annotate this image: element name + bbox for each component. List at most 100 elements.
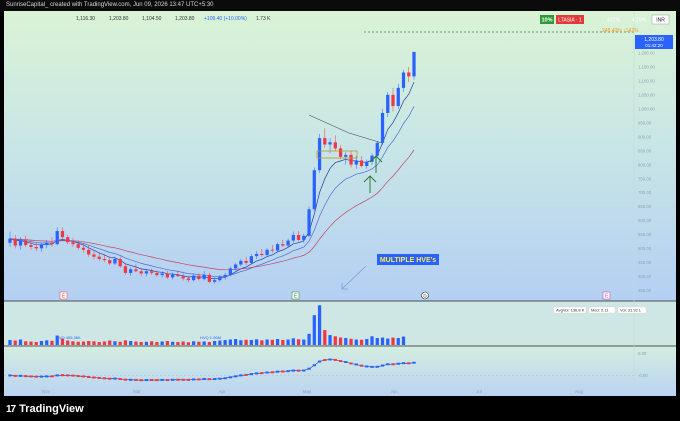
oscillator-mark — [354, 363, 358, 366]
candle-body — [108, 260, 112, 264]
footer — [0, 396, 680, 421]
oscillator-mark — [76, 375, 80, 378]
candle-body — [160, 273, 164, 276]
volume-bar — [8, 340, 12, 345]
countdown-value: 01:42:20 — [645, 43, 663, 48]
volume-bar — [233, 339, 238, 345]
volume-bar — [228, 339, 232, 345]
candle-body — [328, 142, 332, 145]
volume-bar — [87, 341, 91, 345]
oscillator-mark — [275, 370, 280, 373]
pct-badge[interactable]: 10% — [541, 18, 552, 24]
y-tick-label: 400.00 — [638, 274, 652, 279]
candle-body — [312, 170, 316, 210]
ltasia-badge[interactable]: LTASIA · 1 — [558, 18, 582, 24]
volume-bar — [18, 339, 23, 345]
chart-area: 1,116.30 1,203.80 1,104.50 1,203.80 +109… — [4, 11, 676, 396]
candle-body — [176, 274, 180, 277]
candle-body — [76, 244, 80, 248]
y-tick-label: 350.00 — [638, 288, 652, 293]
oscillator-mark — [296, 369, 301, 372]
volume-bar — [192, 341, 196, 345]
oscillator-mark — [207, 378, 212, 381]
oscillator-mark — [71, 374, 75, 377]
y-tick-label: 600.00 — [638, 218, 652, 223]
candle-body — [34, 246, 38, 249]
volume-bar — [286, 339, 290, 345]
candle-body — [202, 274, 206, 280]
candle-body — [13, 238, 17, 246]
tradingview-logo: 17 TradingView — [6, 403, 84, 415]
candle-body — [123, 266, 128, 273]
volume-bar — [370, 336, 374, 345]
volume-bar — [344, 338, 348, 345]
oscillator-mark — [13, 374, 17, 377]
volume-bar — [359, 339, 364, 345]
volume-bar — [333, 336, 337, 345]
price-chart-svg[interactable]: 1,116.30 1,203.80 1,104.50 1,203.80 +109… — [4, 11, 676, 396]
candle-body — [24, 240, 28, 245]
volume-bar — [92, 341, 96, 345]
candle-body — [244, 260, 248, 263]
hvq-label-2: HVQ 1.06M — [200, 335, 221, 340]
candle-body — [66, 237, 70, 243]
oscillator-mark — [8, 374, 12, 377]
candle-body — [396, 87, 400, 106]
oscillator-mark — [144, 379, 149, 382]
oscillator-mark — [34, 375, 38, 378]
med-label: Med: 2.11 — [591, 308, 609, 313]
volume-bar — [312, 315, 316, 345]
candle-body — [275, 244, 280, 251]
volume-bar — [81, 341, 86, 345]
volume-bar — [113, 341, 117, 345]
oscillator-mark — [66, 374, 70, 377]
oscillator-mark — [254, 372, 259, 375]
candle-body — [60, 231, 65, 238]
stat1: 431% — [607, 18, 620, 24]
volume-bar — [129, 341, 133, 345]
volume-bar — [34, 342, 38, 345]
candle-body — [81, 247, 86, 250]
volume-bar — [391, 337, 395, 345]
ohlc-change: +109.40 (+10.00%) — [204, 16, 247, 22]
oscillator-mark — [291, 369, 295, 372]
candle-body — [165, 273, 170, 278]
oscillator-mark — [249, 373, 253, 376]
oscillator-mark — [108, 377, 112, 380]
volume-bar — [244, 339, 248, 345]
header-caption: SunriseCapital_ created with TradingView… — [6, 2, 214, 8]
volume-bar — [365, 339, 369, 345]
oscillator-mark — [134, 378, 138, 381]
volume-bar — [281, 340, 285, 345]
oscillator-mark — [118, 378, 122, 381]
volume-bar — [139, 342, 143, 345]
oscillator-mark — [60, 374, 65, 377]
oscillator-mark — [113, 377, 117, 380]
x-tick-label: Jun — [390, 389, 398, 394]
candle-body — [375, 142, 379, 156]
candle-body — [317, 138, 322, 171]
candle-body — [286, 240, 290, 246]
oscillator-mark — [160, 378, 164, 381]
candle-body — [323, 138, 327, 145]
candle-body — [150, 271, 154, 273]
oscillator-mark — [24, 375, 28, 378]
oscillator-mark — [123, 378, 128, 381]
volume-bar — [239, 340, 243, 345]
candle-body — [249, 256, 253, 263]
currency-badge[interactable]: INR — [656, 18, 665, 24]
oscillator-mark — [39, 375, 44, 378]
volume-bar — [275, 339, 280, 345]
volume-bar — [71, 341, 75, 345]
oscillator-mark — [260, 372, 264, 375]
candle-body — [55, 231, 59, 245]
volume-bar — [354, 339, 358, 345]
volume-bar — [155, 342, 159, 345]
oscillator-mark — [375, 365, 379, 368]
y-tick-label: 550.00 — [638, 232, 652, 237]
volume-bar — [212, 341, 217, 345]
volume-bar — [118, 341, 122, 345]
annotation-text: MULTIPLE HVE's — [380, 257, 436, 264]
oscillator-mark — [317, 360, 322, 363]
oscillator-mark — [165, 379, 170, 382]
